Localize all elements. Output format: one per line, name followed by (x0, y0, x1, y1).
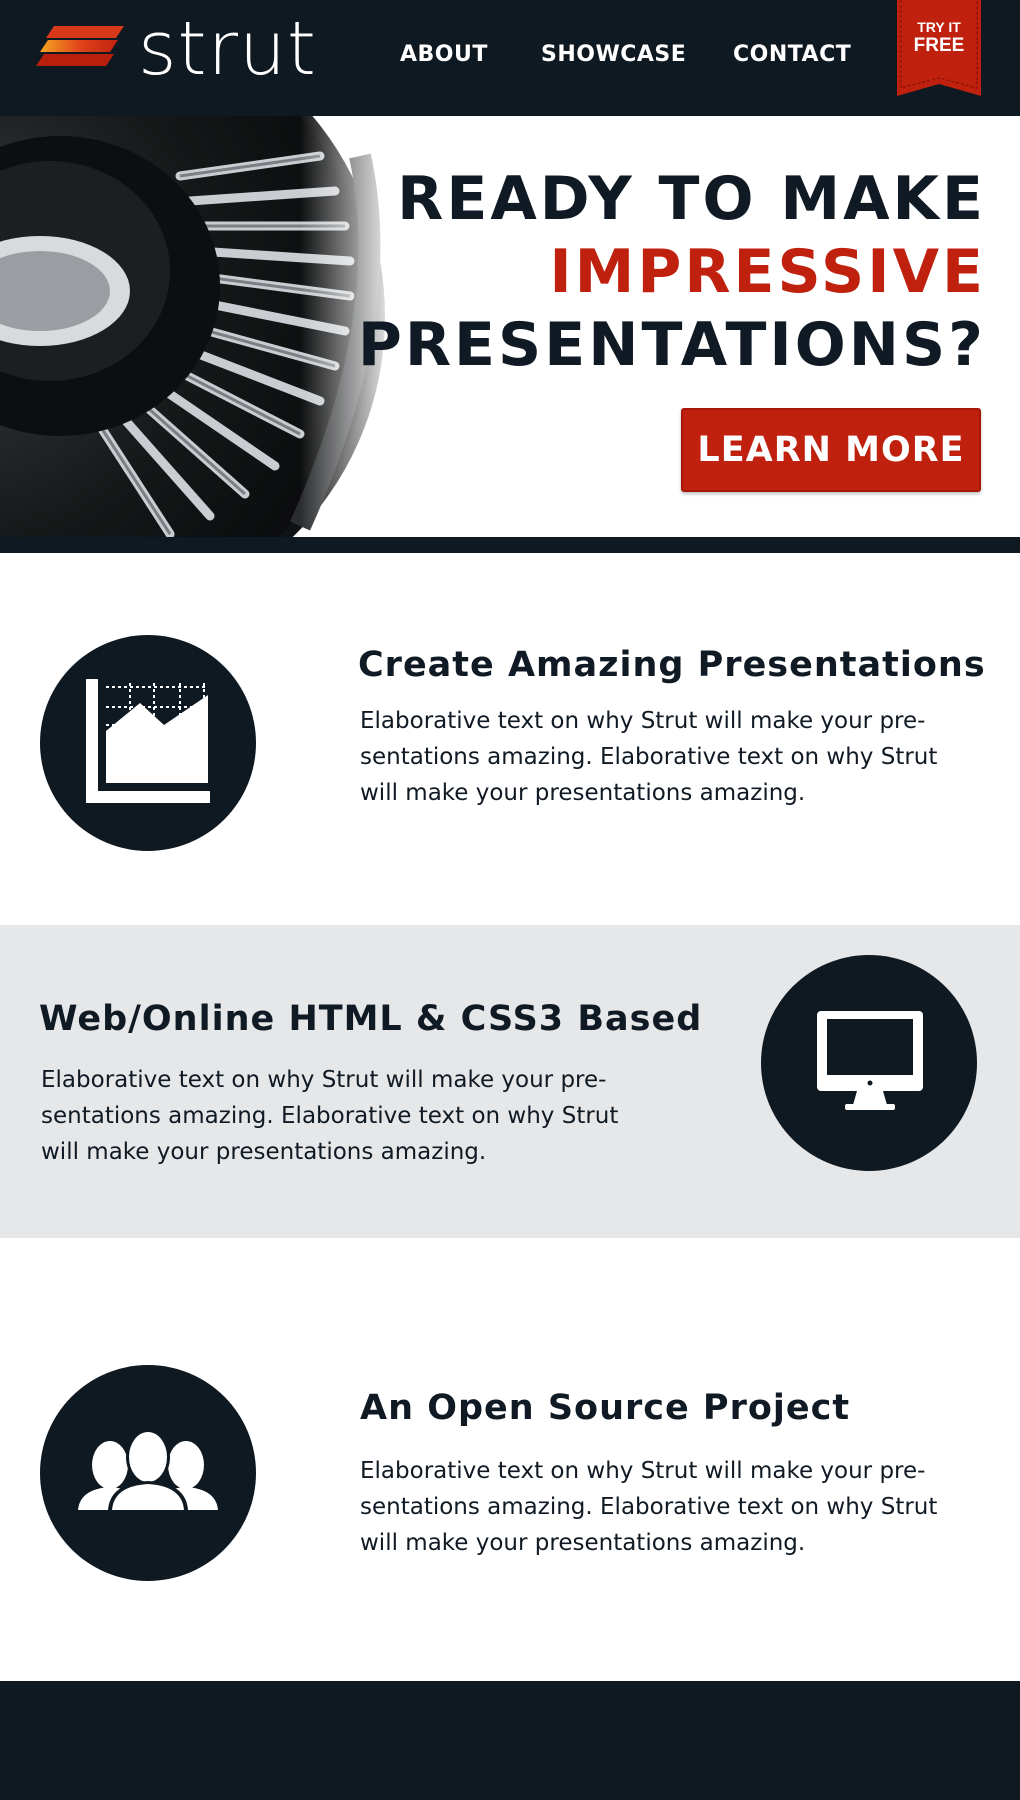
hero-section: READY TO MAKE IMPRESSIVE PRESENTATIONS? … (0, 116, 1020, 537)
feature-description: Elaborative text on why Strut will make … (360, 1458, 938, 1556)
learn-more-button[interactable]: LEARN MORE (681, 408, 981, 492)
nav-contact[interactable]: CONTACT (733, 42, 851, 67)
brand-wordmark[interactable]: strut (138, 4, 317, 94)
monitor-icon (761, 955, 977, 1171)
feature-title: An Open Source Project (360, 1388, 851, 1428)
try-it-free-ribbon[interactable]: TRY IT FREE (897, 0, 981, 100)
strut-logo-icon[interactable] (36, 26, 124, 74)
ribbon-small-text: TRY IT (917, 19, 961, 35)
feature-html-css: Web/Online HTML & CSS3 Based Elaborative… (0, 925, 1020, 1238)
nav-about[interactable]: ABOUT (400, 42, 488, 67)
hero-headline-accent: IMPRESSIVE (549, 237, 986, 307)
ribbon-big-text: FREE (913, 35, 965, 56)
hero-headline-line-1: READY TO MAKE (397, 164, 986, 234)
feature-title: Web/Online HTML & CSS3 Based (39, 999, 703, 1039)
hero-headline-line-3: PRESENTATIONS? (357, 310, 986, 380)
turbine-wheel-image (0, 116, 400, 537)
people-group-icon (40, 1365, 256, 1581)
feature-title: Create Amazing Presentations (358, 645, 986, 685)
site-header: strut ABOUT SHOWCASE CONTACT TRY IT FREE (0, 0, 1020, 116)
feature-presentations: Create Amazing Presentations Elaborative… (0, 553, 1020, 925)
site-footer (0, 1681, 1020, 1800)
area-chart-icon (40, 635, 256, 851)
feature-description: Elaborative text on why Strut will make … (360, 708, 938, 806)
feature-open-source: An Open Source Project Elaborative text … (0, 1238, 1020, 1681)
hero-divider (0, 537, 1020, 553)
feature-description: Elaborative text on why Strut will make … (41, 1067, 619, 1165)
nav-showcase[interactable]: SHOWCASE (541, 42, 686, 67)
